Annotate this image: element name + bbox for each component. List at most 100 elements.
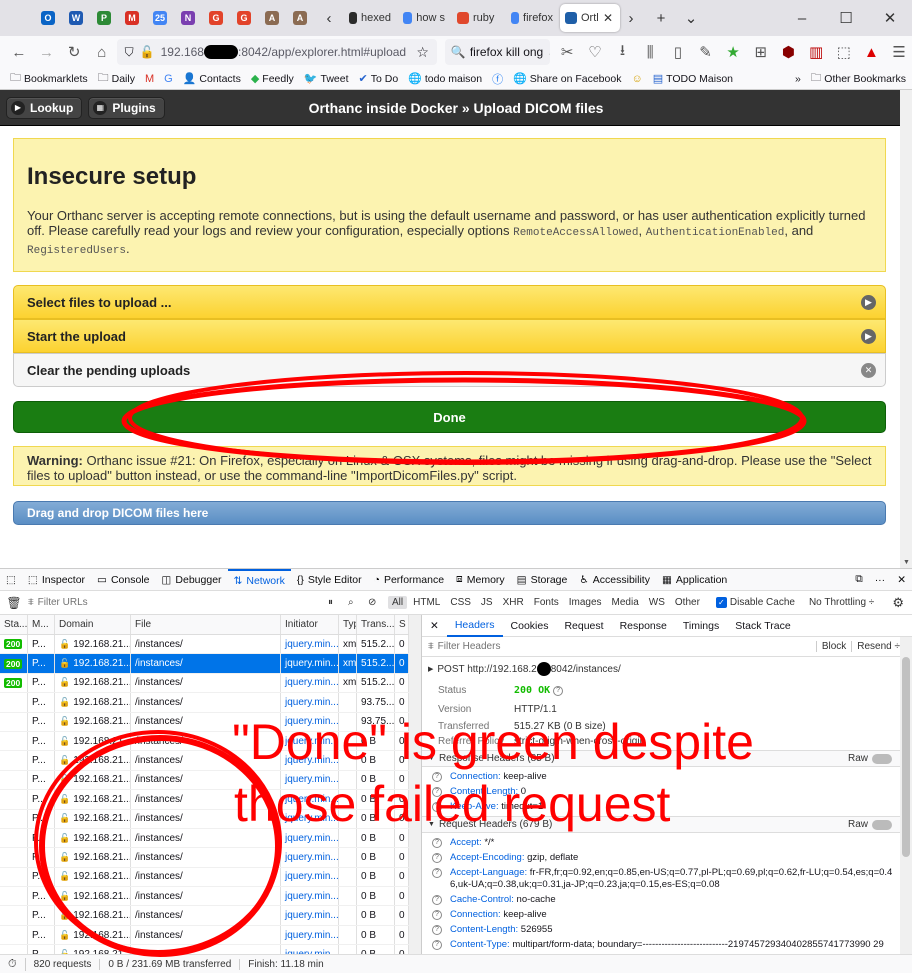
pinned-tab[interactable]: O (34, 0, 62, 36)
pinned-tab[interactable]: M (118, 0, 146, 36)
pinned-tab[interactable]: N (174, 0, 202, 36)
forward-arrow-icon[interactable]: → (34, 38, 60, 66)
clear-pending-button[interactable]: Clear the pending uploads ✕ (13, 353, 886, 387)
extension-puzzle-icon[interactable]: ✎ (693, 38, 719, 66)
tab-back-icon[interactable]: ‹ (314, 0, 344, 36)
dock-icon[interactable]: ⧉ (849, 569, 869, 591)
detail-tab-cookies[interactable]: Cookies (503, 615, 557, 637)
reload-icon[interactable]: ↻ (61, 38, 87, 66)
help-icon[interactable]: ? (553, 685, 564, 696)
initiator-cell[interactable]: jquery.min... (281, 693, 339, 712)
type-filter-html[interactable]: HTML (409, 596, 444, 609)
back-arrow-icon[interactable]: ← (6, 38, 32, 66)
select-files-button[interactable]: Select files to upload ... ▶ (13, 285, 886, 319)
start-upload-button[interactable]: Start the upload ▶ (13, 319, 886, 353)
pinned-tab[interactable]: 25 (146, 0, 174, 36)
bookmark-star-icon[interactable]: ☆ (416, 44, 429, 61)
minimize-button[interactable]: – (780, 0, 824, 36)
bookmark-item[interactable]: G (164, 69, 173, 88)
insecure-lock-icon[interactable]: 🔓 (140, 45, 155, 59)
initiator-cell[interactable]: jquery.min... (281, 887, 339, 906)
devtools-tab-console[interactable]: ▭ Console (91, 569, 155, 591)
devtools-tab-inspector[interactable]: ⬚ Inspector (22, 569, 91, 591)
bookmark-item[interactable]: ☺ (631, 69, 642, 88)
type-filter-ws[interactable]: WS (645, 596, 669, 609)
tab-close-icon[interactable]: ✕ (600, 0, 616, 36)
pinned-tab[interactable]: G (202, 0, 230, 36)
table-row[interactable]: P...🔓192.168.21..../instances/jquery.min… (0, 693, 421, 713)
lookup-button[interactable]: ▶ Lookup (6, 96, 83, 119)
more-options-icon[interactable]: ··· (869, 569, 892, 591)
block-icon[interactable]: ⊘ (368, 597, 388, 608)
tab-forward-icon[interactable]: › (616, 0, 646, 36)
type-filter-images[interactable]: Images (565, 596, 606, 609)
url-bar[interactable]: ⛉ 🔓 192.168:8042/app/explorer.html#uploa… (116, 39, 437, 65)
type-filter-js[interactable]: JS (477, 596, 497, 609)
help-icon[interactable]: ? (432, 909, 442, 920)
bookmark-item[interactable]: 👤 Contacts (183, 69, 241, 88)
expand-arrow-icon[interactable]: ▶ (428, 665, 433, 673)
block-button[interactable]: Block (815, 641, 851, 652)
column-header[interactable]: Domain (55, 615, 131, 634)
table-row[interactable]: P...🔓192.168.21..../instances/jquery.min… (0, 867, 421, 888)
table-row[interactable]: P...🔓192.168.21..../instances/jquery.min… (0, 848, 421, 868)
detail-tab-response[interactable]: Response (612, 615, 675, 637)
bookmark-item[interactable]: M (145, 69, 154, 88)
pocket-icon[interactable]: ♡ (582, 38, 608, 66)
raw-toggle[interactable]: Raw (848, 819, 892, 830)
bookmark-item[interactable]: 🌐 todo maison (408, 69, 482, 88)
bookmark-item[interactable]: ⓕ (492, 69, 503, 88)
trash-icon[interactable]: 🗑 (0, 596, 28, 610)
search-bar[interactable]: 🔍 firefox kill ong → (444, 39, 551, 65)
type-filter-xhr[interactable]: XHR (499, 596, 528, 609)
browser-tab[interactable]: hexed (344, 4, 396, 32)
filter-headers-input[interactable]: Filter Headers (438, 641, 501, 652)
home-icon[interactable]: ⌂ (89, 38, 115, 66)
close-devtools-icon[interactable]: ✕ (891, 569, 912, 591)
browser-tab[interactable]: firefox (506, 4, 558, 32)
devtools-tab-style-editor[interactable]: {} Style Editor (291, 569, 368, 591)
hamburger-menu-icon[interactable]: ☰ (886, 38, 912, 66)
help-icon[interactable]: ? (432, 894, 442, 905)
bookmark-item[interactable]: ✔ To Do (359, 69, 399, 88)
element-picker-icon[interactable]: ⬚ (0, 569, 22, 591)
other-bookmarks[interactable]: 🗀 Other Bookmarks (811, 70, 906, 88)
column-header[interactable]: Trans... (357, 615, 395, 634)
filter-urls-input[interactable]: ⩨ Filter URLs (28, 597, 328, 608)
raw-toggle[interactable]: Raw (848, 753, 892, 764)
table-row[interactable]: P...🔓192.168.21..../instances/jquery.min… (0, 887, 421, 907)
devtools-tab-network[interactable]: ⇅ Network (227, 568, 291, 591)
screenshot-icon[interactable]: ✂ (554, 38, 580, 66)
extension-bars-icon[interactable]: ▥ (803, 38, 829, 66)
initiator-cell[interactable]: jquery.min... (281, 906, 339, 925)
new-tab-button[interactable]: + (646, 0, 676, 36)
bookmark-item[interactable]: 🌐 Share on Facebook (513, 69, 621, 88)
toggle-switch[interactable] (872, 753, 892, 764)
help-icon[interactable]: ? (432, 924, 442, 935)
maximize-button[interactable]: ☐ (824, 0, 868, 36)
detail-tab-headers[interactable]: Headers (446, 615, 503, 637)
initiator-cell[interactable]: jquery.min... (281, 945, 339, 954)
detail-scrollbar[interactable] (900, 637, 912, 954)
settings-gear-icon[interactable]: ⚙ (892, 595, 904, 611)
stopwatch-icon[interactable]: ⏱ (0, 958, 26, 971)
table-row[interactable]: P...🔓192.168.21..../instances/jquery.min… (0, 945, 421, 954)
pinned-tab[interactable]: G (230, 0, 258, 36)
table-row[interactable]: 200 P... 🔓 192.168.21..../instances/jquery.… (0, 635, 421, 655)
column-header[interactable]: Sta... (0, 615, 28, 634)
sidebar-icon[interactable]: ▯ (665, 38, 691, 66)
pinned-tab[interactable]: A (286, 0, 314, 36)
devtools-tab-debugger[interactable]: ◫ Debugger (156, 569, 228, 591)
page-scrollbar[interactable]: ▼ (900, 90, 912, 568)
disable-cache-checkbox[interactable]: ✓ Disable Cache (715, 597, 795, 608)
devtools-tab-storage[interactable]: ▤ Storage (511, 569, 574, 591)
initiator-cell[interactable]: jquery.min... (281, 848, 339, 867)
plugins-button[interactable]: ▦ Plugins (88, 96, 165, 119)
shield-icon[interactable]: ⛉ (125, 45, 134, 60)
column-header[interactable]: S (395, 615, 409, 634)
search-go-arrow-icon[interactable]: → (547, 45, 550, 59)
help-icon[interactable]: ? (432, 939, 442, 950)
devtools-tab-performance[interactable]: ◔ Performance (368, 569, 450, 591)
table-row[interactable]: P...🔓192.168.21..../instances/jquery.min… (0, 906, 421, 926)
initiator-cell[interactable]: jquery.min... (281, 925, 339, 945)
